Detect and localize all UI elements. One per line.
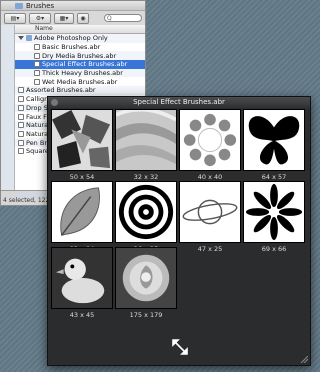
brush-thumbnail[interactable]: 69 x 66: [243, 181, 305, 253]
view-options-button[interactable]: ▤▾: [4, 12, 26, 24]
file-row[interactable]: Assorted Brushes.abr: [15, 86, 145, 95]
brush-thumbnail[interactable]: 43 x 45: [51, 247, 113, 319]
abr-file-icon: [18, 139, 24, 146]
abr-file-icon: [18, 104, 24, 111]
rose-icon: [115, 247, 177, 309]
search-input[interactable]: Q: [104, 14, 142, 22]
brush-thumbnail[interactable]: 47 x 25: [179, 181, 241, 253]
thumbnail-size-label: 40 x 40: [197, 173, 223, 181]
resize-grip-icon[interactable]: [301, 356, 308, 363]
finder-toolbar: ▤▾ ⚙▾ ▦▾ ◉ Q: [1, 11, 145, 26]
brush-thumbnail[interactable]: 32 x 32: [115, 109, 177, 181]
brush-thumbnail[interactable]: 40 x 40: [179, 109, 241, 181]
abr-file-icon: [18, 96, 24, 103]
mosaic-texture-icon: [51, 109, 113, 171]
file-row[interactable]: Thick Heavy Brushes.abr: [15, 68, 145, 78]
thumbnail-size-label: 43 x 45: [69, 311, 95, 319]
column-header-name[interactable]: Name: [15, 25, 145, 34]
abr-file-icon: [34, 61, 40, 68]
share-icon[interactable]: ◉: [77, 12, 89, 24]
abr-file-icon: [34, 52, 40, 59]
row-label: Adobe Photoshop Only: [34, 34, 108, 43]
row-label: Thick Heavy Brushes.abr: [42, 69, 123, 78]
abr-file-icon: [18, 122, 24, 129]
thumbnail-size-label: 50 x 54: [69, 173, 95, 181]
row-label: Assorted Brushes.abr: [26, 86, 96, 95]
thumbnail-size-label: 69 x 66: [261, 245, 287, 253]
brush-thumbnail[interactable]: 175 x 179: [115, 247, 177, 319]
folder-icon: [15, 2, 23, 9]
file-row[interactable]: Wet Media Brushes.abr: [15, 77, 145, 86]
arrange-button[interactable]: ▦▾: [54, 12, 74, 24]
leaf-icon: [51, 181, 113, 243]
brush-thumbnail[interactable]: 83 x 84: [51, 181, 113, 253]
abr-file-icon: [34, 78, 40, 85]
finder-title: Brushes: [26, 1, 55, 10]
diagonal-texture-icon: [115, 109, 177, 171]
search-icon: Q: [107, 14, 112, 22]
abr-file-icon: [18, 87, 24, 94]
brush-preview-window: Special Effect Brushes.abr 50 x 54 32 x 3…: [47, 96, 311, 366]
close-icon[interactable]: [51, 99, 58, 106]
disclosure-triangle-icon[interactable]: [18, 36, 24, 41]
butterfly-icon: [243, 109, 305, 171]
petal-ring-icon: [179, 109, 241, 171]
row-label: Special Effect Brushes.abr: [42, 60, 128, 69]
row-label: Wet Media Brushes.abr: [42, 77, 118, 86]
preview-titlebar[interactable]: Special Effect Brushes.abr: [48, 97, 310, 108]
thumbnail-size-label: 64 x 57: [261, 173, 287, 181]
planet-icon: [179, 181, 241, 243]
row-label: Dry Media Brushes.abr: [42, 51, 117, 60]
thumbnail-size-label: 47 x 25: [197, 245, 223, 253]
action-gear-button[interactable]: ⚙▾: [29, 12, 51, 24]
file-row[interactable]: Basic Brushes.abr: [15, 43, 145, 52]
abr-file-icon: [18, 113, 24, 120]
folder-icon: [26, 35, 32, 42]
thumbnail-size-label: 32 x 32: [133, 173, 159, 181]
fullscreen-icon[interactable]: [172, 339, 188, 355]
daisy-flower-icon: [243, 181, 305, 243]
brush-thumbnail[interactable]: 26 x 25: [115, 181, 177, 253]
preview-title: Special Effect Brushes.abr: [133, 98, 225, 106]
file-row[interactable]: Dry Media Brushes.abr: [15, 51, 145, 61]
row-label: Basic Brushes.abr: [42, 43, 101, 52]
abr-file-icon: [18, 130, 24, 137]
rubber-duck-icon: [51, 247, 113, 309]
folder-row[interactable]: Adobe Photoshop Only: [15, 34, 145, 43]
abr-file-icon: [34, 44, 40, 51]
abr-file-icon: [18, 148, 24, 155]
thumbnail-size-label: 175 x 179: [129, 311, 163, 319]
brush-thumbnail[interactable]: 64 x 57: [243, 109, 305, 181]
concentric-rings-icon: [115, 181, 177, 243]
brush-thumbnail[interactable]: 50 x 54: [51, 109, 113, 181]
finder-sidebar[interactable]: [1, 25, 15, 191]
abr-file-icon: [34, 70, 40, 77]
finder-titlebar[interactable]: Brushes: [1, 1, 145, 11]
file-row[interactable]: Special Effect Brushes.abr: [15, 60, 145, 69]
